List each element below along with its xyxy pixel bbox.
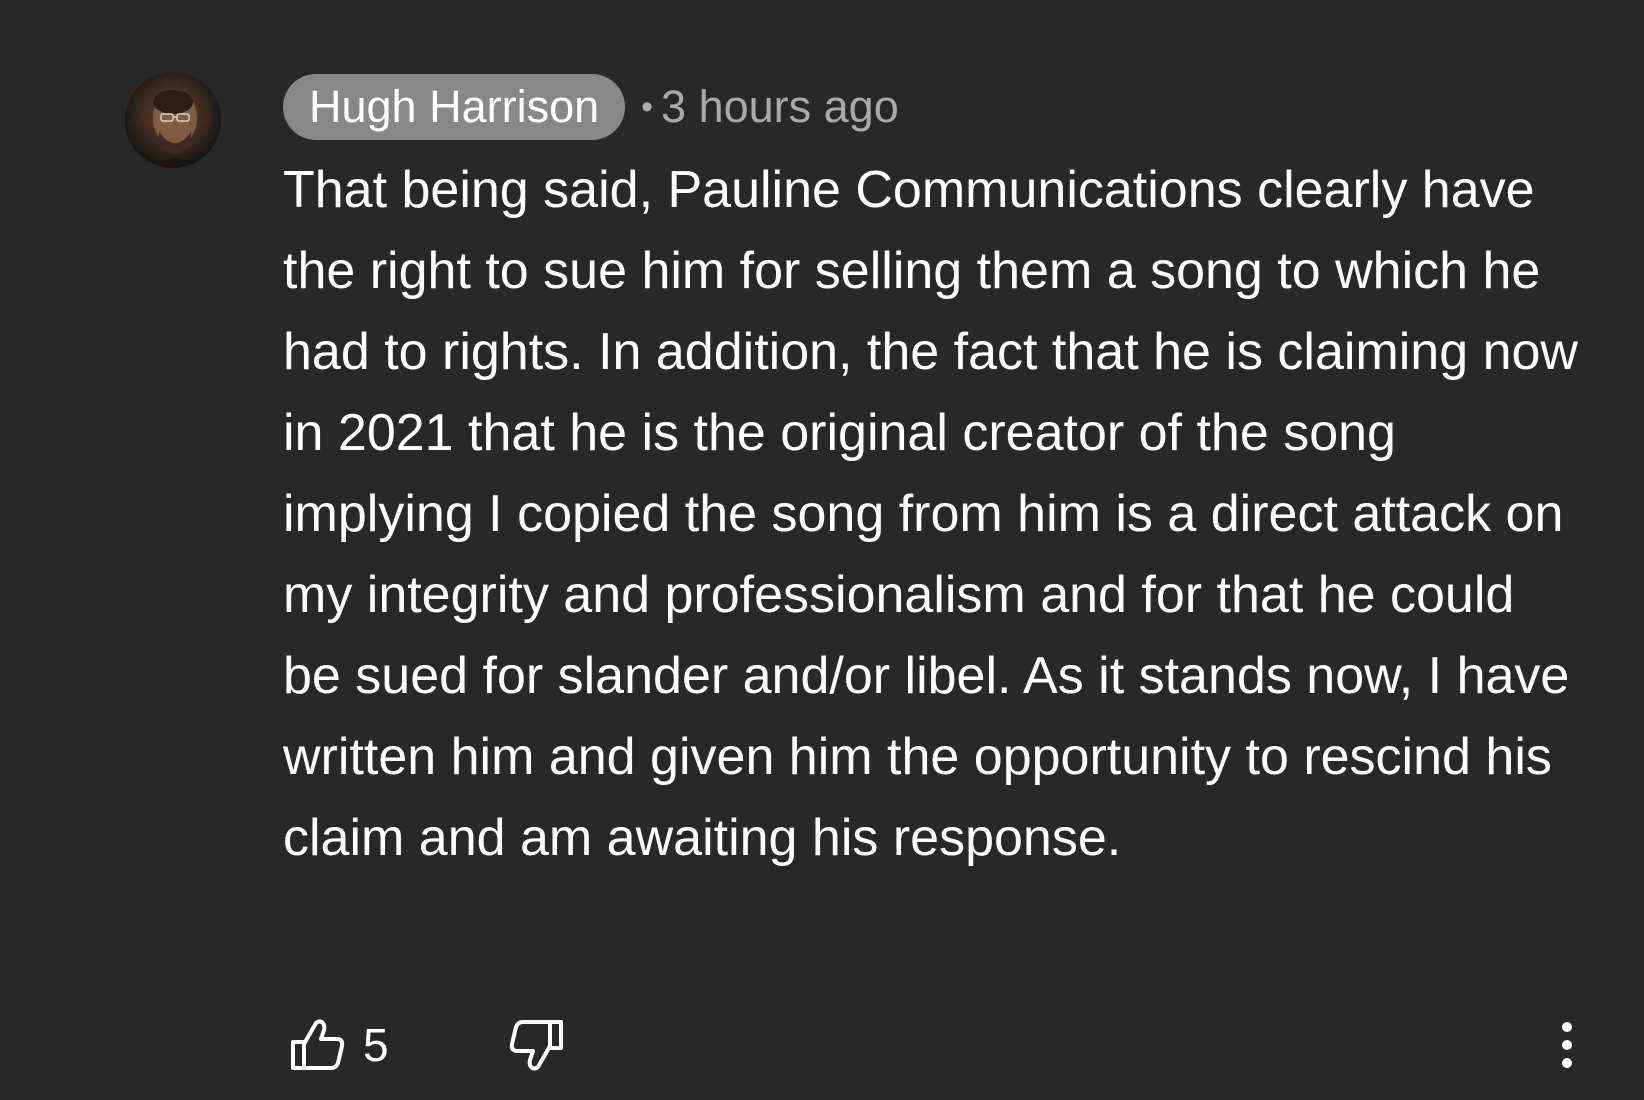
comment-thread-item: Hugh Harrison • 3 hours ago That being s… — [0, 0, 1644, 1100]
avatar-image — [145, 90, 205, 168]
comment-text: That being said, Pauline Communications … — [283, 161, 1578, 867]
separator-dot: • — [641, 87, 654, 126]
more-options-button[interactable] — [1547, 1010, 1587, 1080]
comment-actions: 5 — [283, 1010, 1583, 1080]
like-count: 5 — [363, 1019, 389, 1071]
like-button[interactable] — [283, 1010, 353, 1080]
dislike-button[interactable] — [501, 1010, 571, 1080]
comment-timestamp: 3 hours ago — [661, 81, 899, 132]
author-name[interactable]: Hugh Harrison — [283, 74, 626, 140]
comment-header: Hugh Harrison • 3 hours ago — [283, 74, 899, 140]
more-vertical-icon — [1562, 1022, 1572, 1068]
thumbs-down-icon — [509, 1020, 563, 1071]
thumbs-up-icon — [291, 1019, 345, 1070]
avatar[interactable] — [125, 72, 221, 168]
